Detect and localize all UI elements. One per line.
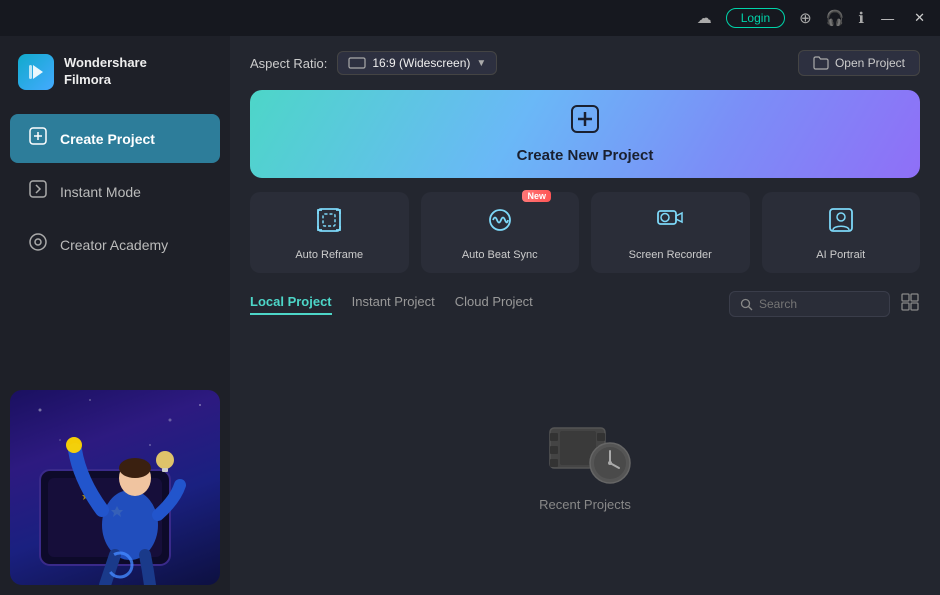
login-button[interactable]: Login bbox=[726, 8, 785, 28]
tab-cloud-project[interactable]: Cloud Project bbox=[455, 294, 533, 315]
main-content: Aspect Ratio: 16:9 (Widescreen) ▼ Open P… bbox=[230, 36, 940, 595]
feature-cards: Auto Reframe New Auto Beat Sync bbox=[250, 192, 920, 273]
feature-card-ai-portrait[interactable]: AI Portrait bbox=[762, 192, 921, 273]
recent-projects-label: Recent Projects bbox=[539, 497, 631, 512]
sidebar-illustration bbox=[0, 380, 230, 595]
app-body: Wondershare Filmora Create Project bbox=[0, 36, 940, 595]
aspect-ratio-area: Aspect Ratio: 16:9 (Widescreen) ▼ bbox=[250, 51, 497, 75]
info-icon[interactable]: ℹ bbox=[858, 9, 864, 27]
feature-card-auto-beat-sync[interactable]: New Auto Beat Sync bbox=[421, 192, 580, 273]
empty-state: Recent Projects bbox=[250, 329, 920, 595]
sidebar-item-creator-academy[interactable]: Creator Academy bbox=[10, 220, 220, 269]
folder-icon bbox=[813, 56, 829, 70]
feature-card-auto-reframe[interactable]: Auto Reframe bbox=[250, 192, 409, 273]
auto-reframe-label: Auto Reframe bbox=[295, 249, 363, 261]
titlebar: ☁ Login ⊕ 🎧 ℹ — ✕ bbox=[0, 0, 940, 36]
feature-card-screen-recorder[interactable]: Screen Recorder bbox=[591, 192, 750, 273]
project-tabs-row: Local Project Instant Project Cloud Proj… bbox=[250, 291, 920, 317]
sidebar-item-label: Creator Academy bbox=[60, 237, 168, 253]
creator-academy-icon bbox=[28, 232, 48, 257]
cloud-icon[interactable]: ☁ bbox=[697, 9, 712, 27]
recent-projects-icon bbox=[545, 413, 625, 483]
project-section: Local Project Instant Project Cloud Proj… bbox=[230, 291, 940, 595]
sidebar-item-create-project[interactable]: Create Project bbox=[10, 114, 220, 163]
logo-text: Wondershare Filmora bbox=[64, 55, 147, 89]
chevron-down-icon: ▼ bbox=[476, 58, 486, 69]
screen-recorder-label: Screen Recorder bbox=[629, 249, 712, 261]
search-box[interactable] bbox=[729, 291, 890, 317]
headphone-icon[interactable]: 🎧 bbox=[826, 9, 845, 27]
sidebar-item-label: Instant Mode bbox=[60, 184, 141, 200]
ai-portrait-icon bbox=[827, 206, 855, 241]
project-tabs: Local Project Instant Project Cloud Proj… bbox=[250, 294, 533, 315]
open-project-button[interactable]: Open Project bbox=[798, 50, 920, 76]
tab-instant-project[interactable]: Instant Project bbox=[352, 294, 435, 315]
topbar: Aspect Ratio: 16:9 (Widescreen) ▼ Open P… bbox=[230, 36, 940, 90]
sidebar-item-label: Create Project bbox=[60, 131, 155, 147]
view-toggle-button[interactable] bbox=[900, 292, 920, 317]
logo-area: Wondershare Filmora bbox=[0, 36, 230, 112]
close-button[interactable]: ✕ bbox=[911, 10, 928, 26]
auto-beat-sync-icon bbox=[486, 206, 514, 241]
logo-icon bbox=[18, 54, 54, 90]
minimize-button[interactable]: — bbox=[878, 11, 897, 26]
search-input[interactable] bbox=[759, 297, 879, 311]
create-new-project-banner[interactable]: Create New Project bbox=[250, 90, 920, 178]
tab-local-project[interactable]: Local Project bbox=[250, 294, 332, 315]
monitor-icon bbox=[348, 57, 366, 69]
screen-recorder-icon bbox=[656, 206, 684, 241]
search-icon bbox=[740, 298, 753, 311]
aspect-ratio-select[interactable]: 16:9 (Widescreen) ▼ bbox=[337, 51, 497, 75]
instant-mode-icon bbox=[28, 179, 48, 204]
ai-portrait-label: AI Portrait bbox=[816, 249, 865, 261]
upload-icon[interactable]: ⊕ bbox=[799, 9, 812, 27]
auto-reframe-icon bbox=[315, 206, 343, 241]
create-project-icon bbox=[28, 126, 48, 151]
auto-beat-sync-label: Auto Beat Sync bbox=[462, 249, 538, 261]
illustration-box bbox=[10, 390, 220, 585]
open-project-label: Open Project bbox=[835, 56, 905, 70]
create-project-icon bbox=[570, 104, 600, 141]
aspect-ratio-label: Aspect Ratio: bbox=[250, 56, 327, 71]
new-badge: New bbox=[522, 190, 551, 202]
titlebar-icons: ☁ Login ⊕ 🎧 ℹ — ✕ bbox=[697, 8, 928, 28]
aspect-value: 16:9 (Widescreen) bbox=[372, 56, 470, 70]
sidebar-item-instant-mode[interactable]: Instant Mode bbox=[10, 167, 220, 216]
create-banner-text: Create New Project bbox=[517, 147, 654, 164]
sidebar: Wondershare Filmora Create Project bbox=[0, 36, 230, 595]
